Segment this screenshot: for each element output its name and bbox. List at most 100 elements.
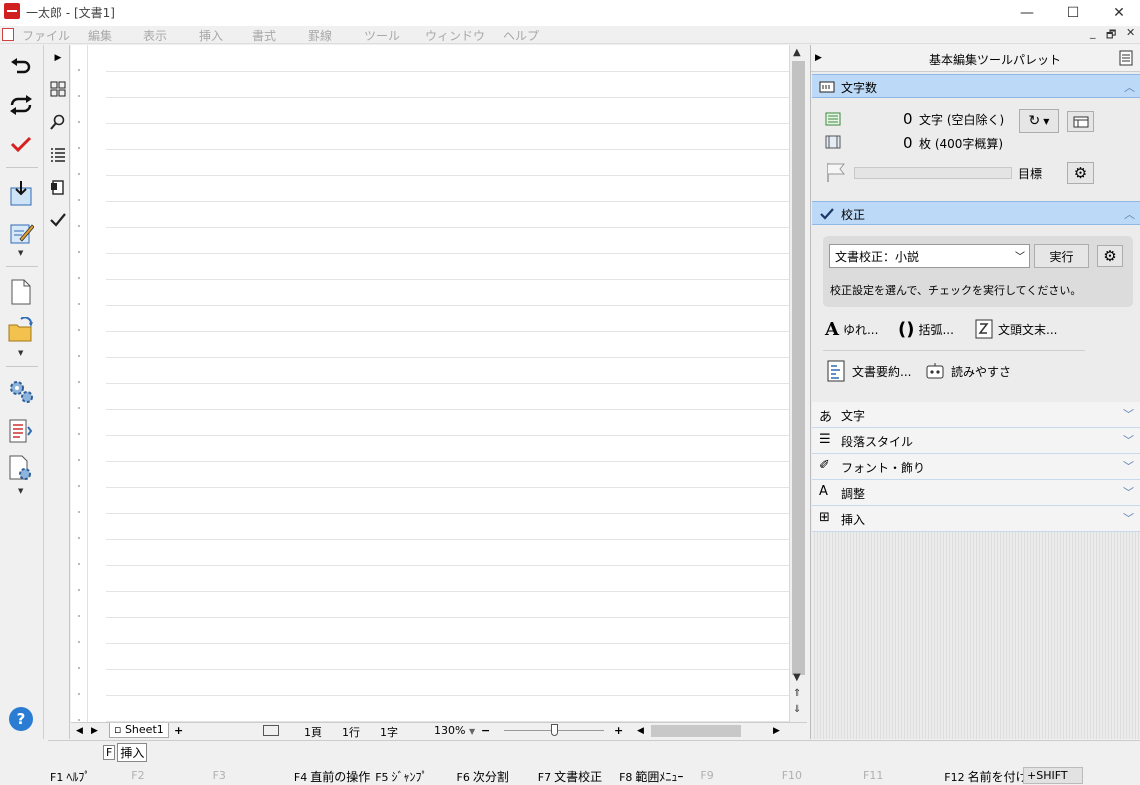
outline-button[interactable] bbox=[49, 145, 67, 163]
zoom-level[interactable]: 130% ▼ bbox=[434, 724, 475, 737]
add-sheet-button[interactable]: + bbox=[174, 724, 183, 737]
function-key-f9[interactable]: F9 bbox=[700, 768, 716, 782]
function-key-f8[interactable]: F8 範囲ﾒﾆｭｰ bbox=[619, 768, 683, 785]
document-menu-icon[interactable] bbox=[2, 28, 14, 41]
section-insert[interactable]: ⊞ 挿入 ﹀ bbox=[812, 506, 1140, 532]
function-key-f4[interactable]: F4 直前の操作 bbox=[294, 768, 370, 785]
dropdown-arrow-icon[interactable]: ▼ bbox=[18, 249, 23, 257]
settings-button[interactable] bbox=[5, 376, 37, 406]
edit-document-button[interactable] bbox=[5, 218, 37, 248]
document-list-button[interactable] bbox=[5, 416, 37, 446]
bracket-check-button[interactable]: () 括弧... bbox=[898, 318, 954, 340]
zoom-out-button[interactable]: − bbox=[481, 724, 490, 737]
menu-edit[interactable]: 編集 bbox=[88, 27, 112, 44]
goal-settings-button[interactable]: ⚙ bbox=[1067, 162, 1094, 184]
menu-file[interactable]: ファイル bbox=[22, 27, 70, 44]
help-button[interactable]: ? bbox=[5, 704, 37, 734]
zoom-slider-thumb[interactable] bbox=[551, 724, 558, 736]
function-key-f11[interactable]: F11 bbox=[863, 768, 886, 782]
document-editing-area[interactable] bbox=[88, 45, 789, 722]
page-up-icon[interactable]: ⇑ bbox=[793, 688, 801, 699]
page-down-icon[interactable]: ⇓ bbox=[793, 704, 801, 715]
function-key-f3[interactable]: F3 bbox=[213, 768, 229, 782]
clipboard-button[interactable] bbox=[49, 178, 67, 196]
document-settings-button[interactable] bbox=[5, 454, 37, 484]
menu-tools[interactable]: ツール bbox=[364, 27, 400, 44]
bracket-icon: () bbox=[898, 318, 915, 340]
scroll-down-icon[interactable]: ▼ bbox=[793, 672, 801, 683]
menu-window[interactable]: ウィンドウ bbox=[425, 27, 485, 44]
collapse-chevron-icon[interactable]: ︿ bbox=[1124, 206, 1135, 222]
recount-button[interactable]: ↻ ▼ bbox=[1019, 109, 1059, 133]
shift-toggle-button[interactable]: +SHIFT bbox=[1023, 767, 1083, 784]
sheet-next-icon[interactable]: ▶ bbox=[91, 726, 98, 736]
dropdown-arrow-icon[interactable]: ▼ bbox=[18, 487, 23, 495]
layout-view-icon[interactable] bbox=[263, 725, 279, 736]
menu-insert[interactable]: 挿入 bbox=[199, 27, 223, 44]
function-key-bar: F 挿入 F1 ﾍﾙﾌﾟ F2 F3 F4 直前の操作 F5 ｼﾞｬﾝﾌﾟ F6 次分割 F7 文書校… bbox=[48, 740, 1140, 784]
chevron-down-icon: ﹀ bbox=[1123, 512, 1134, 525]
ruler-tick bbox=[78, 511, 80, 513]
mdi-close-button[interactable]: ✕ bbox=[1126, 26, 1135, 39]
section-font-decoration[interactable]: ✐ フォント・飾り ﹀ bbox=[812, 454, 1140, 480]
minimize-button[interactable]: — bbox=[1004, 0, 1050, 26]
function-key-f2[interactable]: F2 bbox=[131, 768, 147, 782]
undo-button[interactable] bbox=[5, 53, 37, 83]
mdi-minimize-button[interactable]: _ bbox=[1090, 26, 1096, 39]
proofread-section-header[interactable]: 校正 ︿ bbox=[812, 201, 1140, 225]
open-folder-button[interactable] bbox=[5, 315, 37, 345]
horizontal-scrollbar-thumb[interactable] bbox=[651, 725, 741, 737]
zoom-in-button[interactable]: + bbox=[614, 724, 623, 737]
hscroll-left-icon[interactable]: ◀ bbox=[637, 726, 644, 736]
goal-flag-icon bbox=[827, 163, 846, 182]
scroll-up-icon[interactable]: ▲ bbox=[793, 47, 801, 58]
search-button[interactable] bbox=[49, 113, 67, 131]
proofread-settings-button[interactable]: ⚙ bbox=[1097, 245, 1123, 267]
word-count-section-header[interactable]: 文字数 ︿ bbox=[812, 74, 1140, 98]
menu-view[interactable]: 表示 bbox=[143, 27, 167, 44]
document-summary-button[interactable]: 文書要約... bbox=[827, 360, 911, 382]
import-button[interactable] bbox=[5, 179, 37, 209]
function-key-f7[interactable]: F7 文書校正 bbox=[538, 768, 602, 785]
ruler-tick bbox=[78, 589, 80, 591]
menu-ruled-line[interactable]: 罫線 bbox=[308, 27, 332, 44]
menu-format[interactable]: 書式 bbox=[252, 27, 276, 44]
function-key-f10[interactable]: F10 bbox=[782, 768, 805, 782]
function-key-f6[interactable]: F6 次分割 bbox=[457, 768, 509, 785]
menu-help[interactable]: ヘルプ bbox=[503, 27, 539, 44]
refresh-icon: ↻ bbox=[1028, 113, 1041, 129]
function-key-f5[interactable]: F5 ｼﾞｬﾝﾌﾟ bbox=[375, 768, 427, 785]
section-paragraph-style[interactable]: ☰ 段落スタイル ﹀ bbox=[812, 428, 1140, 454]
section-characters[interactable]: あ 文字 ﹀ bbox=[812, 402, 1140, 428]
redo-button[interactable] bbox=[5, 90, 37, 120]
hscroll-right-icon[interactable]: ▶ bbox=[773, 726, 780, 736]
function-key-f12[interactable]: F12 名前を付け bbox=[944, 768, 1027, 785]
collapse-chevron-icon[interactable]: ︿ bbox=[1124, 79, 1135, 95]
grid-view-button[interactable] bbox=[49, 80, 67, 98]
vertical-scrollbar[interactable]: ▲ ▼ ⇑ ⇓ bbox=[789, 45, 807, 722]
run-proofread-button[interactable]: 実行 bbox=[1034, 244, 1089, 268]
palette-menu-icon[interactable] bbox=[1118, 50, 1134, 66]
maximize-button[interactable]: ☐ bbox=[1050, 0, 1096, 26]
readability-button[interactable]: 読みやすさ bbox=[925, 360, 1011, 382]
mdi-restore-button[interactable]: 🗗 bbox=[1106, 26, 1116, 45]
sentence-ending-button[interactable]: 文頭文末... bbox=[975, 318, 1057, 340]
sheet-tab[interactable]: ▫ Sheet1 bbox=[109, 723, 169, 738]
function-key-f1[interactable]: F1 ﾍﾙﾌﾟ bbox=[50, 768, 90, 785]
check-button[interactable] bbox=[5, 129, 37, 159]
expand-arrow-icon[interactable]: ▶ bbox=[49, 49, 67, 67]
section-adjust[interactable]: A 調整 ﹀ bbox=[812, 480, 1140, 506]
dropdown-arrow-icon[interactable]: ▼ bbox=[18, 349, 23, 357]
scrollbar-thumb[interactable] bbox=[792, 61, 805, 675]
svg-text:?: ? bbox=[17, 710, 26, 728]
sheet-prev-icon[interactable]: ◀ bbox=[76, 726, 83, 736]
ruler-tick bbox=[78, 563, 80, 565]
count-display-button[interactable] bbox=[1067, 111, 1094, 132]
palette-collapse-icon[interactable]: ▶ bbox=[815, 53, 822, 63]
proofread-mode-select[interactable]: 文書校正：小説 ﹀ bbox=[829, 244, 1030, 268]
spelling-variation-button[interactable]: A ゆれ... bbox=[825, 318, 878, 340]
close-button[interactable]: ✕ bbox=[1096, 0, 1140, 26]
new-document-button[interactable] bbox=[5, 277, 37, 307]
proofread-toggle-button[interactable] bbox=[49, 211, 67, 229]
ruler-tick bbox=[78, 199, 80, 201]
